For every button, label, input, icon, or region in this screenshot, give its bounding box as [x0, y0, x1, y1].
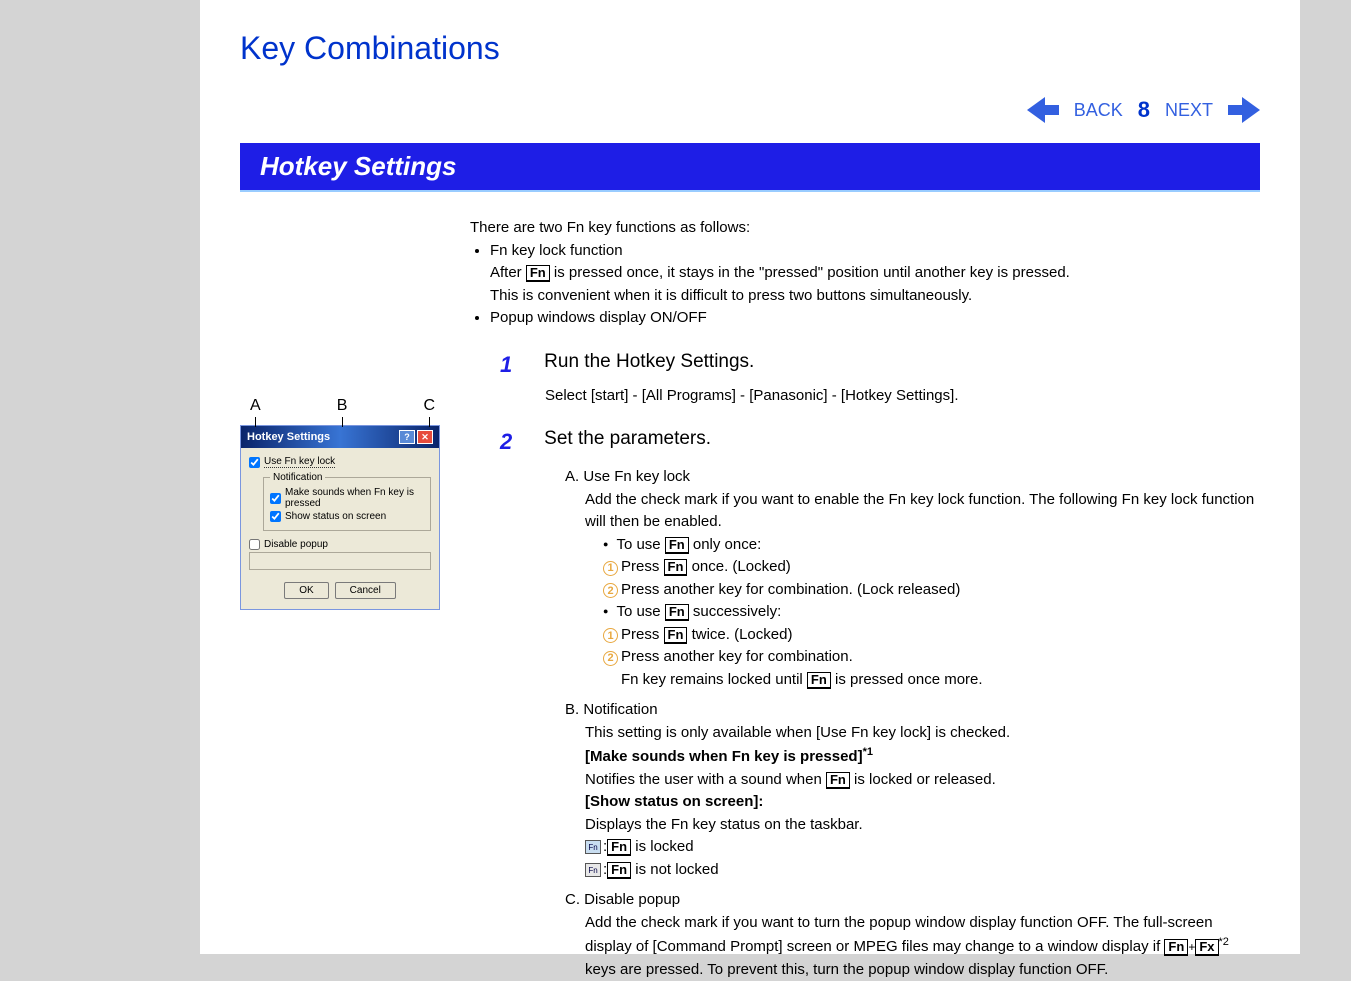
make-sounds-checkbox[interactable]: [270, 493, 281, 504]
use-fn-key-lock-checkbox[interactable]: [249, 457, 260, 468]
item-b-title: Notification: [583, 701, 657, 718]
intro-text: There are two Fn key functions as follow…: [470, 217, 1260, 240]
circled-1-icon: 1: [603, 561, 618, 576]
circled-1-icon: 1: [603, 628, 618, 643]
next-link[interactable]: NEXT: [1165, 100, 1213, 121]
item-c-label: C.: [565, 891, 580, 908]
page-title: Key Combinations: [240, 30, 1260, 67]
dialog-title: Hotkey Settings: [247, 431, 330, 443]
fn-key-icon: Fn: [826, 772, 850, 789]
notification-legend: Notification: [270, 472, 325, 483]
fn-key-icon: Fn: [526, 265, 550, 282]
fn-lock-desc-1b: is pressed once, it stays in the "presse…: [550, 264, 1070, 281]
fn-key-icon: Fn: [607, 862, 631, 879]
step-2-title: Set the parameters.: [544, 428, 711, 449]
fn-key-icon: Fn: [665, 537, 689, 554]
circled-2-icon: 2: [603, 583, 618, 598]
item-a-label: A.: [565, 468, 579, 485]
help-icon[interactable]: ?: [399, 430, 415, 444]
use-fn-label: Use Fn key lock: [264, 456, 335, 468]
screenshot-column: A B C Hotkey Settings ? ✕: [240, 217, 440, 981]
main-content: There are two Fn key functions as follow…: [470, 217, 1260, 981]
page-number: 8: [1138, 97, 1150, 123]
show-status-label: Show status on screen: [285, 511, 386, 522]
item-b-desc: This setting is only available when [Use…: [585, 722, 1260, 745]
ok-button[interactable]: OK: [284, 582, 328, 599]
empty-fieldset: [249, 552, 431, 570]
tray-fn-on-icon: Fn: [585, 840, 601, 854]
make-sounds-label: Make sounds when Fn key is pressed: [285, 487, 424, 509]
fn-key-icon: Fn: [664, 627, 688, 644]
step-1-detail: Select [start] - [All Programs] - [Panas…: [545, 385, 1260, 408]
fn-key-icon: Fn: [665, 604, 689, 621]
fn-lock-desc-1a: After: [490, 264, 526, 281]
close-icon[interactable]: ✕: [417, 430, 433, 444]
bullet-icon: [603, 601, 608, 624]
nav-bar: BACK 8 NEXT: [240, 97, 1260, 123]
bullet-icon: [603, 534, 608, 557]
back-link[interactable]: BACK: [1074, 100, 1123, 121]
label-a: A: [250, 397, 261, 415]
item-c-title: Disable popup: [584, 891, 680, 908]
item-b-label: B.: [565, 701, 579, 718]
line-icon: [342, 417, 343, 427]
document-page: Key Combinations BACK 8 NEXT Hotkey Sett…: [200, 0, 1300, 954]
show-status-checkbox[interactable]: [270, 511, 281, 522]
step-2-number: 2: [500, 425, 540, 458]
disable-popup-checkbox[interactable]: [249, 539, 260, 550]
cancel-button[interactable]: Cancel: [335, 582, 396, 599]
fn-key-icon: Fn: [807, 672, 831, 689]
bullet-popup: Popup windows display ON/OFF: [490, 307, 1260, 330]
show-status-desc: Displays the Fn key status on the taskba…: [585, 816, 863, 833]
make-sounds-heading: [Make sounds when Fn key is pressed]: [585, 748, 863, 765]
tray-fn-off-icon: Fn: [585, 863, 601, 877]
label-b: B: [337, 397, 348, 415]
step-1-number: 1: [500, 348, 540, 381]
line-icon: [429, 417, 430, 427]
bullet-fn-lock: Fn key lock function: [490, 242, 623, 259]
hotkey-settings-dialog: Hotkey Settings ? ✕ Use Fn key lock Noti…: [240, 425, 440, 610]
show-status-heading: [Show status on screen]:: [585, 793, 763, 810]
fn-lock-desc-2: This is convenient when it is difficult …: [490, 287, 972, 304]
line-icon: [255, 417, 256, 427]
circled-2-icon: 2: [603, 651, 618, 666]
item-a-desc: Add the check mark if you want to enable…: [585, 489, 1260, 534]
fn-key-icon: Fn: [607, 839, 631, 856]
step-1-title: Run the Hotkey Settings.: [544, 351, 754, 372]
disable-popup-label: Disable popup: [264, 539, 328, 550]
notification-fieldset: Notification Make sounds when Fn key is …: [263, 472, 431, 531]
back-arrow-icon[interactable]: [1027, 97, 1059, 123]
item-a-title: Use Fn key lock: [583, 468, 690, 485]
section-header: Hotkey Settings: [240, 143, 1260, 192]
fn-key-icon: Fn: [664, 559, 688, 576]
next-arrow-icon[interactable]: [1228, 97, 1260, 123]
label-c: C: [423, 397, 435, 415]
